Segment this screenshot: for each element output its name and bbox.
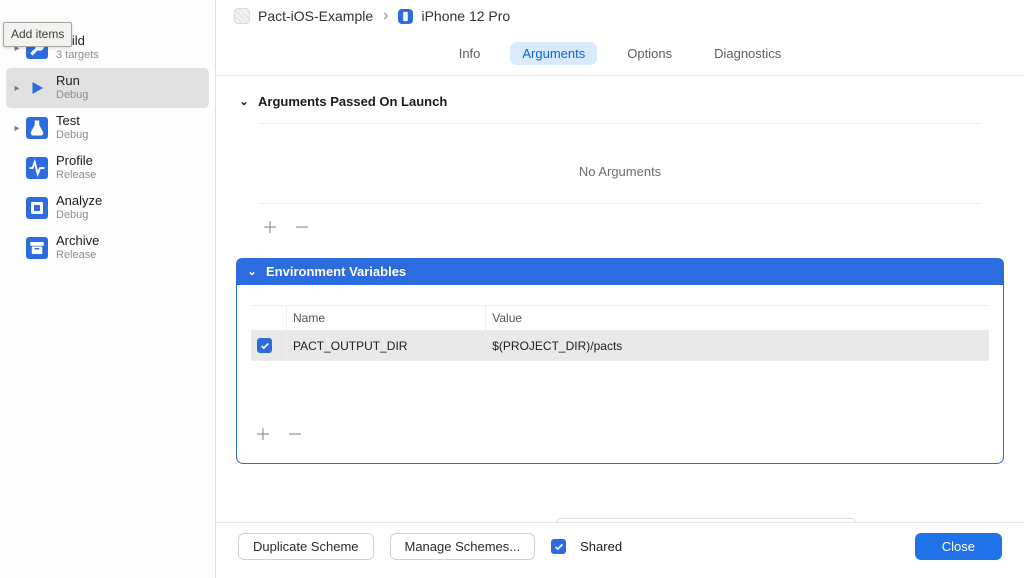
tab-options[interactable]: Options [615, 42, 684, 65]
section-title: Environment Variables [266, 264, 406, 279]
tab-diagnostics[interactable]: Diagnostics [702, 42, 793, 65]
scheme-item-archive[interactable]: ▸ Archive Release [6, 228, 209, 268]
duplicate-scheme-button[interactable]: Duplicate Scheme [238, 533, 374, 560]
arguments-section: ⌄ Arguments Passed On Launch No Argument… [236, 90, 1004, 238]
scheme-subtitle: Release [56, 169, 96, 183]
chevron-right-icon[interactable]: ▸ [10, 83, 24, 94]
scheme-subtitle: Release [56, 249, 99, 263]
add-env-button[interactable]: ＋ [255, 421, 271, 445]
scheme-item-analyze[interactable]: ▸ Analyze Debug [6, 188, 209, 228]
scheme-item-test[interactable]: ▸ Test Debug [6, 108, 209, 148]
env-row[interactable]: PACT_OUTPUT_DIR $(PROJECT_DIR)/pacts [251, 331, 989, 361]
scheme-title: Test [56, 113, 88, 129]
scheme-title: Run [56, 73, 88, 89]
scheme-editor-main: Pact-iOS-Example › iPhone 12 Pro Info Ar… [216, 0, 1024, 578]
scheme-item-run[interactable]: ▸ Run Debug [6, 68, 209, 108]
breadcrumb-scheme[interactable]: Pact-iOS-Example [258, 8, 373, 24]
scheme-subtitle: Debug [56, 129, 88, 143]
shared-label: Shared [580, 539, 622, 554]
env-name-cell[interactable]: PACT_OUTPUT_DIR [287, 331, 486, 361]
analyze-icon [26, 197, 48, 219]
no-arguments-placeholder: No Arguments [258, 123, 982, 204]
scheme-title: Analyze [56, 193, 102, 209]
env-enabled-checkbox[interactable] [257, 338, 272, 353]
bottom-toolbar: Duplicate Scheme Manage Schemes... Share… [216, 522, 1024, 578]
scheme-subtitle: Debug [56, 209, 102, 223]
scheme-subtitle: 3 targets [56, 49, 99, 63]
scheme-title: Archive [56, 233, 99, 249]
scheme-subtitle: Debug [56, 89, 88, 103]
play-icon [26, 77, 48, 99]
env-var-table: Name Value PACT_OUT [251, 305, 989, 411]
shared-checkbox[interactable] [551, 539, 566, 554]
device-icon [398, 9, 413, 24]
tab-info[interactable]: Info [447, 42, 493, 65]
remove-env-button[interactable]: － [287, 421, 303, 445]
col-enabled [251, 306, 287, 331]
close-button[interactable]: Close [915, 533, 1002, 560]
chevron-down-icon: ⌄ [238, 95, 250, 108]
environment-section: ⌄ Environment Variables Name Value [236, 258, 1004, 464]
col-name[interactable]: Name [287, 306, 486, 331]
add-items-tooltip: Add items [3, 22, 72, 47]
scheme-app-icon [234, 8, 250, 24]
section-header-arguments[interactable]: ⌄ Arguments Passed On Launch [236, 90, 1004, 113]
scheme-title: Profile [56, 153, 96, 169]
add-argument-button[interactable]: ＋ [262, 214, 278, 238]
chevron-down-icon: ⌄ [246, 265, 258, 278]
section-header-env[interactable]: ⌄ Environment Variables [236, 258, 1004, 285]
manage-schemes-button[interactable]: Manage Schemes... [390, 533, 536, 560]
scheme-sidebar: Add items ▸ Build 3 targets ▸ [0, 0, 216, 578]
remove-argument-button[interactable]: － [294, 214, 310, 238]
chevron-right-icon[interactable]: ▸ [10, 123, 24, 134]
flask-icon [26, 117, 48, 139]
gauge-icon [26, 157, 48, 179]
breadcrumb: Pact-iOS-Example › iPhone 12 Pro [216, 0, 1024, 36]
section-title: Arguments Passed On Launch [258, 94, 447, 109]
chevron-right-icon: › [383, 8, 388, 24]
tab-arguments[interactable]: Arguments [510, 42, 597, 65]
scheme-item-profile[interactable]: ▸ Profile Release [6, 148, 209, 188]
breadcrumb-destination[interactable]: iPhone 12 Pro [421, 8, 510, 24]
env-value-cell[interactable]: $(PROJECT_DIR)/pacts [486, 331, 989, 361]
archive-icon [26, 237, 48, 259]
scheme-action-list: ▸ Build 3 targets ▸ Run Debug [0, 10, 215, 268]
editor-tabs: Info Arguments Options Diagnostics [216, 36, 1024, 76]
col-value[interactable]: Value [486, 306, 989, 331]
